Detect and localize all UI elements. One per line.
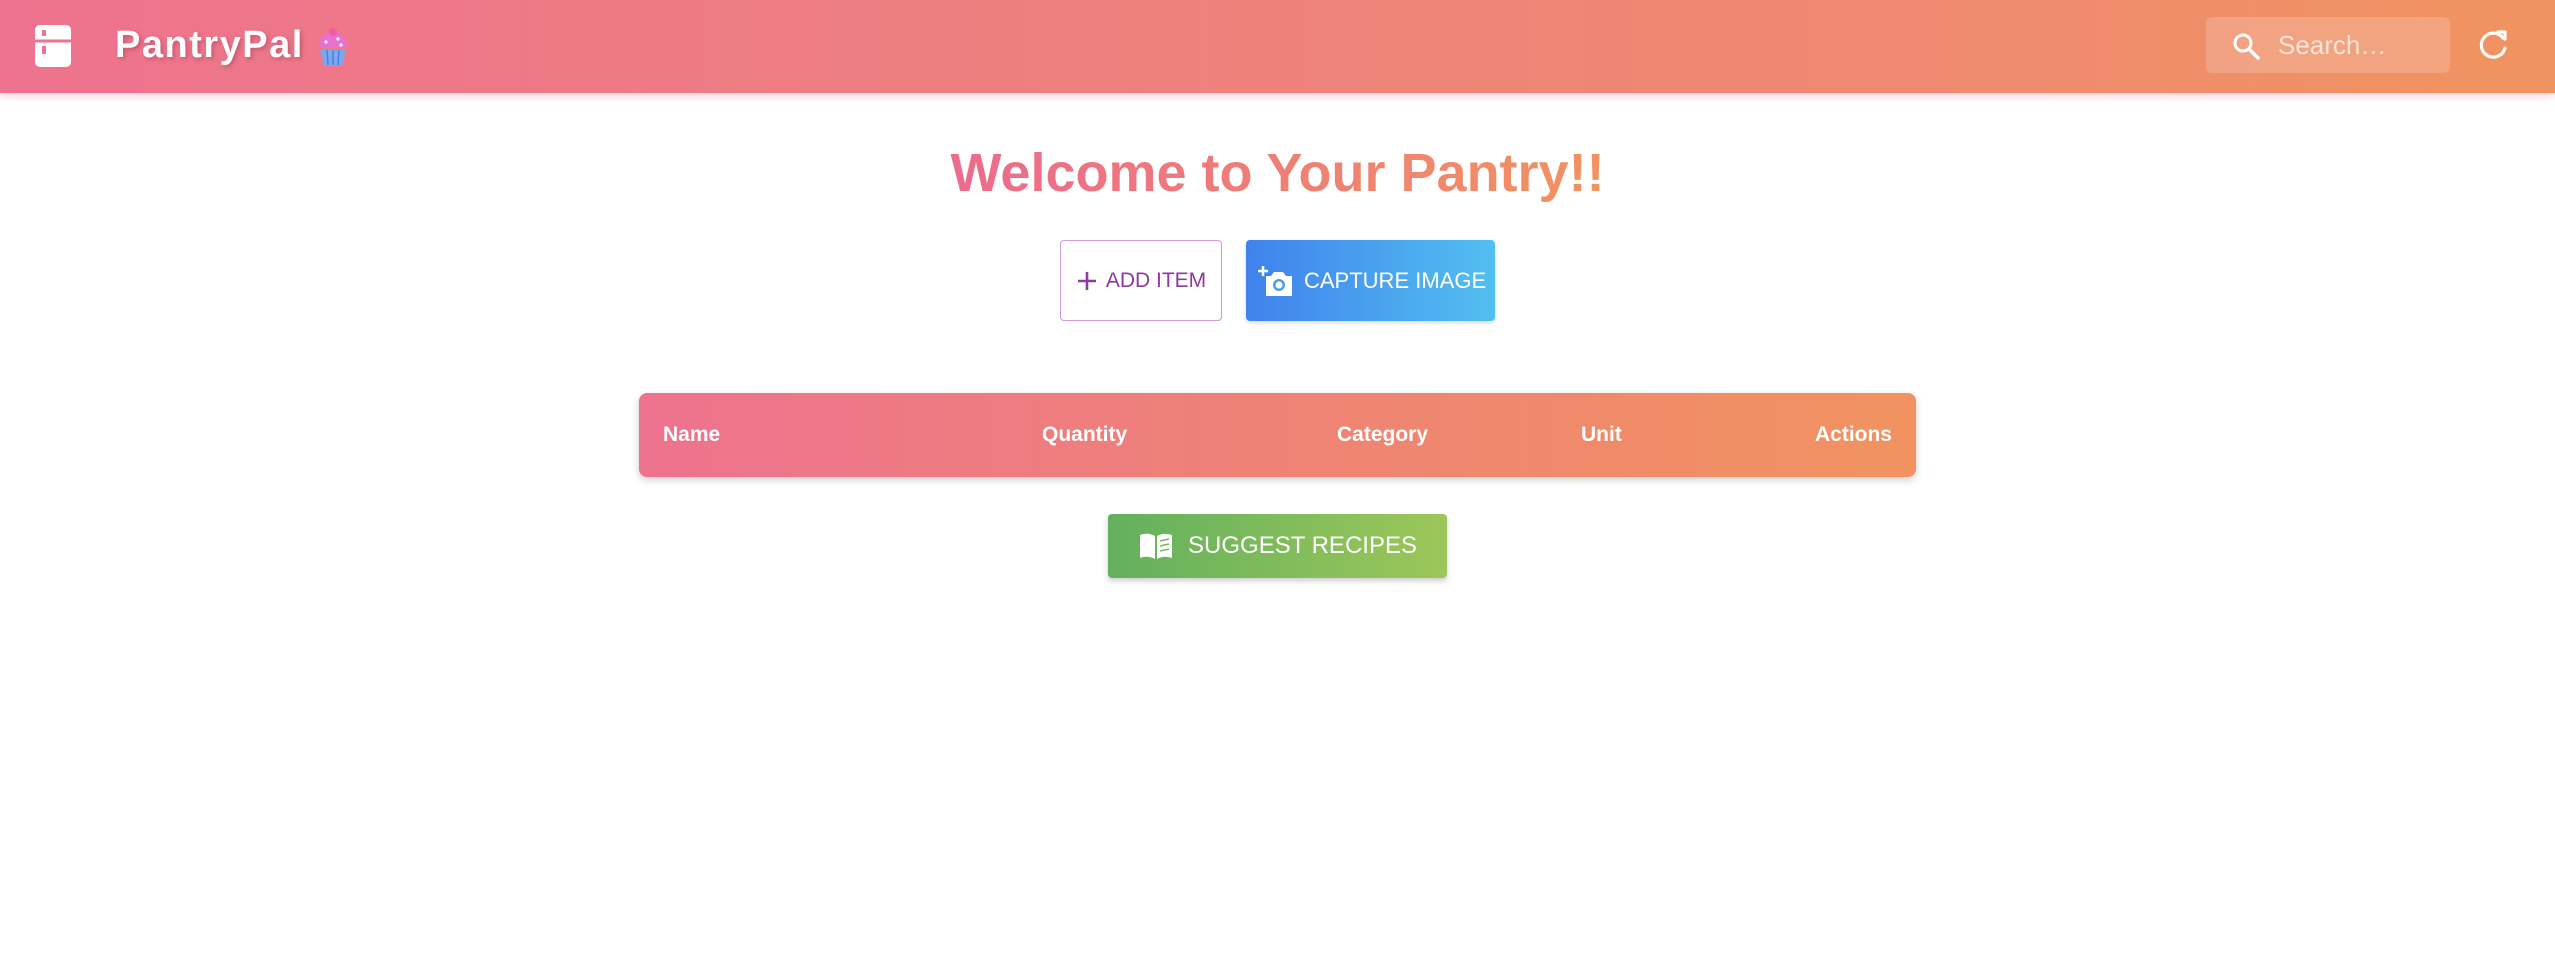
column-header-unit[interactable]: Unit <box>1581 393 1622 477</box>
search-input[interactable] <box>2276 17 2441 73</box>
search-box[interactable] <box>2206 17 2450 73</box>
add-item-button[interactable]: ADD ITEM <box>1060 240 1222 321</box>
suggest-recipes-button[interactable]: SUGGEST RECIPES <box>1108 514 1447 578</box>
add-camera-icon <box>1258 265 1292 296</box>
cupcake-icon <box>319 28 347 66</box>
refresh-icon[interactable] <box>2476 28 2510 62</box>
column-header-quantity[interactable]: Quantity <box>1042 393 1127 477</box>
capture-image-label: CAPTURE IMAGE <box>1304 267 1487 293</box>
column-header-actions: Actions <box>1814 423 1892 446</box>
page-title: Welcome to Your Pantry!! <box>0 138 2555 208</box>
column-header-name[interactable]: Name <box>663 393 720 477</box>
add-item-label: ADD ITEM <box>1105 268 1207 292</box>
welcome-text: Welcome to Your Pantry!! <box>950 143 1605 203</box>
capture-image-button[interactable]: CAPTURE IMAGE <box>1246 240 1495 321</box>
search-icon <box>2233 33 2260 60</box>
app-bar: PantryPal <box>0 0 2555 93</box>
fridge-icon <box>35 25 71 67</box>
open-book-icon <box>1140 533 1173 559</box>
plus-icon <box>1077 271 1096 290</box>
app-title: PantryPal <box>115 24 304 66</box>
suggest-recipes-label: SUGGEST RECIPES <box>1188 532 1417 559</box>
pantry-table-header: Name Quantity Category Unit Actions <box>639 393 1916 477</box>
column-header-category[interactable]: Category <box>1337 393 1428 477</box>
